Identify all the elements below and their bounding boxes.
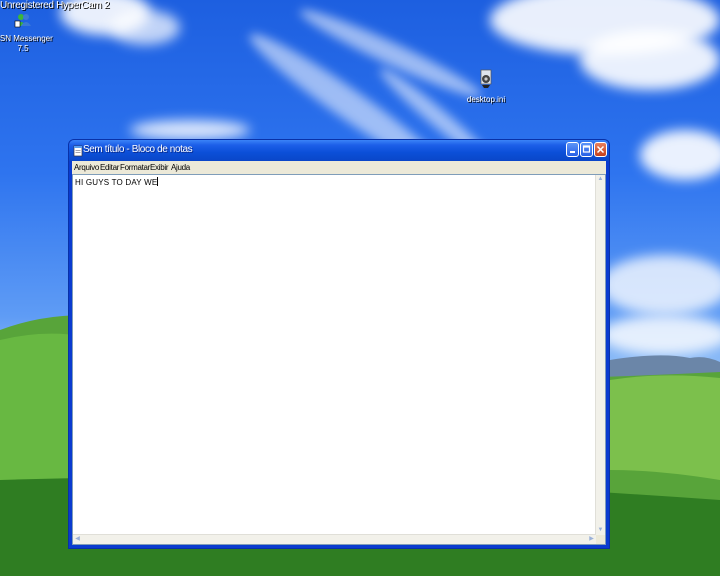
settings-file-icon	[451, 67, 521, 94]
menu-formatar[interactable]: Formatar	[120, 163, 150, 172]
menu-arquivo[interactable]: Arquivo	[74, 163, 99, 172]
maximize-button[interactable]	[580, 142, 593, 157]
close-icon	[596, 145, 605, 154]
recording-watermark: Unregistered HyperCam 2	[0, 0, 110, 11]
desktop-icon-label: MSN Messenger	[0, 34, 53, 43]
minimize-button[interactable]	[566, 142, 579, 157]
desktop-icon-desktop-ini[interactable]: desktop.ini	[451, 67, 521, 104]
desktop-icon-sublabel: 7.5	[17, 44, 29, 53]
maximize-icon	[582, 145, 591, 153]
msn-messenger-icon	[0, 12, 58, 33]
vertical-scrollbar[interactable]: ▲ ▼	[595, 175, 605, 535]
minimize-icon	[570, 151, 575, 153]
menu-exibir[interactable]: Exibir	[150, 163, 169, 172]
notepad-window[interactable]: Sem título - Bloco de notas Arquivo Edit…	[68, 139, 610, 549]
editor-text-line[interactable]: HI GUYS TO DAY WE	[75, 177, 159, 187]
menu-bar: Arquivo Editar Formatar Exibir Ajuda	[72, 161, 606, 174]
window-title: Sem título - Bloco de notas	[83, 144, 193, 155]
scroll-left-icon[interactable]: ◀	[73, 535, 82, 544]
text-caret	[157, 177, 159, 186]
notepad-icon[interactable]	[73, 144, 83, 157]
menu-editar[interactable]: Editar	[100, 163, 119, 172]
desktop: Unregistered HyperCam 2 MSN Messenger 7.…	[0, 0, 720, 576]
horizontal-scrollbar[interactable]: ◀ ▶	[73, 534, 596, 544]
close-button[interactable]	[594, 142, 607, 157]
menu-ajuda[interactable]: Ajuda	[171, 163, 190, 172]
scroll-right-icon[interactable]: ▶	[587, 535, 596, 544]
scroll-down-icon[interactable]: ▼	[596, 526, 605, 535]
scrollbar-corner	[596, 535, 605, 544]
editor-content: HI GUYS TO DAY WE	[75, 178, 158, 187]
scroll-up-icon[interactable]: ▲	[596, 175, 605, 184]
desktop-icon-msn-messenger[interactable]: MSN Messenger 7.5	[0, 12, 58, 53]
desktop-icon-label: desktop.ini	[466, 95, 506, 104]
title-bar[interactable]: Sem título - Bloco de notas	[69, 140, 609, 161]
text-editor[interactable]: HI GUYS TO DAY WE ▲ ▼ ◀ ▶	[72, 174, 606, 545]
